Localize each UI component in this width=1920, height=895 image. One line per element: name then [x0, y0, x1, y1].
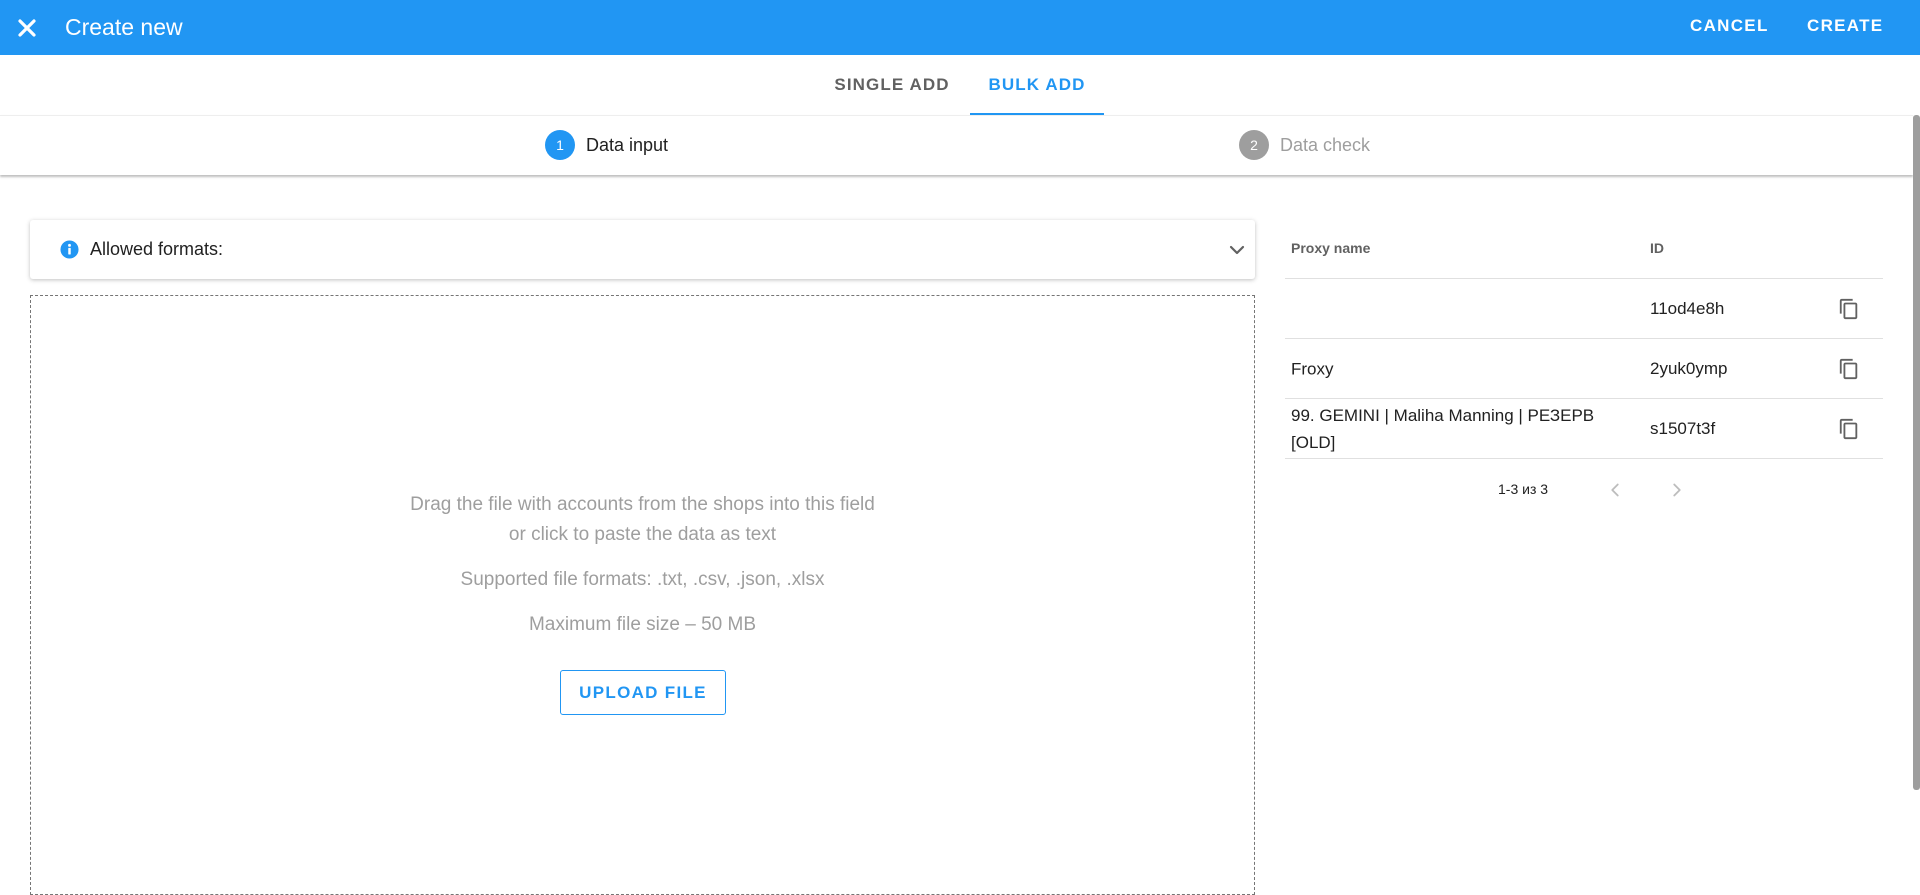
allowed-formats-panel[interactable]: Allowed formats:	[30, 220, 1255, 279]
info-icon	[60, 240, 79, 259]
chevron-down-icon[interactable]	[1227, 240, 1247, 260]
column-header-proxy-name[interactable]: Proxy name	[1291, 240, 1370, 256]
stepper: 1 Data input 2 Data check	[0, 115, 1913, 175]
supported-formats-text: Supported file formats: .txt, .csv, .jso…	[460, 569, 825, 590]
table-row[interactable]: 11od4e8h	[1285, 279, 1883, 339]
chevron-right-icon[interactable]	[1666, 479, 1688, 501]
vertical-scrollbar[interactable]	[1913, 115, 1920, 790]
pagination-range: 1-3 из 3	[1498, 481, 1549, 497]
copy-icon[interactable]	[1838, 358, 1860, 380]
step-label: Data check	[1280, 134, 1371, 155]
close-button[interactable]	[11, 12, 43, 44]
dropzone-instruction: Drag the file with accounts from the sho…	[410, 494, 875, 515]
upload-file-button[interactable]: UPLOAD FILE	[560, 670, 726, 715]
app-bar: Create new CANCEL CREATE	[0, 0, 1920, 55]
step-number: 1	[545, 130, 575, 160]
max-file-size-text: Maximum file size – 50 MB	[528, 614, 756, 635]
proxy-id-cell: 11od4e8h	[1650, 298, 1725, 318]
tab-bar: SINGLE ADD BULK ADD	[0, 55, 1920, 115]
copy-icon[interactable]	[1838, 418, 1860, 440]
step-data-check[interactable]: 2 Data check	[1239, 130, 1370, 160]
dropzone-instruction-paste: or click to paste the data as text	[508, 524, 777, 545]
tab-bulk-add[interactable]: BULK ADD	[970, 55, 1104, 115]
table-header: Proxy name ID	[1285, 220, 1883, 279]
column-header-id[interactable]: ID	[1650, 240, 1664, 256]
file-dropzone[interactable]: Drag the file with accounts from the sho…	[30, 295, 1255, 895]
tab-single-add[interactable]: SINGLE ADD	[822, 55, 962, 115]
create-button[interactable]: CREATE	[1807, 14, 1883, 38]
proxy-id-cell: 2yuk0ymp	[1650, 358, 1728, 378]
copy-icon[interactable]	[1838, 298, 1860, 320]
proxy-name-cell: Froxy	[1291, 359, 1334, 378]
step-number: 2	[1239, 130, 1269, 160]
page-title: Create new	[65, 14, 183, 40]
step-label: Data input	[586, 134, 669, 155]
proxy-table: Proxy name ID 11od4e8h Froxy 2yuk0ymp 99…	[1285, 220, 1883, 519]
step-data-input[interactable]: 1 Data input	[545, 130, 668, 160]
close-icon	[18, 19, 36, 37]
proxy-id-cell: s1507t3f	[1650, 418, 1716, 438]
proxy-name-cell: 99. GEMINI | Maliha Manning | РЕЗЕРВ [OL…	[1291, 405, 1595, 452]
chevron-left-icon[interactable]	[1604, 479, 1626, 501]
table-row[interactable]: Froxy 2yuk0ymp	[1285, 339, 1883, 399]
table-row[interactable]: 99. GEMINI | Maliha Manning | РЕЗЕРВ [OL…	[1285, 399, 1883, 459]
cancel-button[interactable]: CANCEL	[1690, 14, 1769, 38]
allowed-formats-label: Allowed formats:	[90, 239, 224, 259]
pagination: 1-3 из 3	[1285, 459, 1883, 519]
